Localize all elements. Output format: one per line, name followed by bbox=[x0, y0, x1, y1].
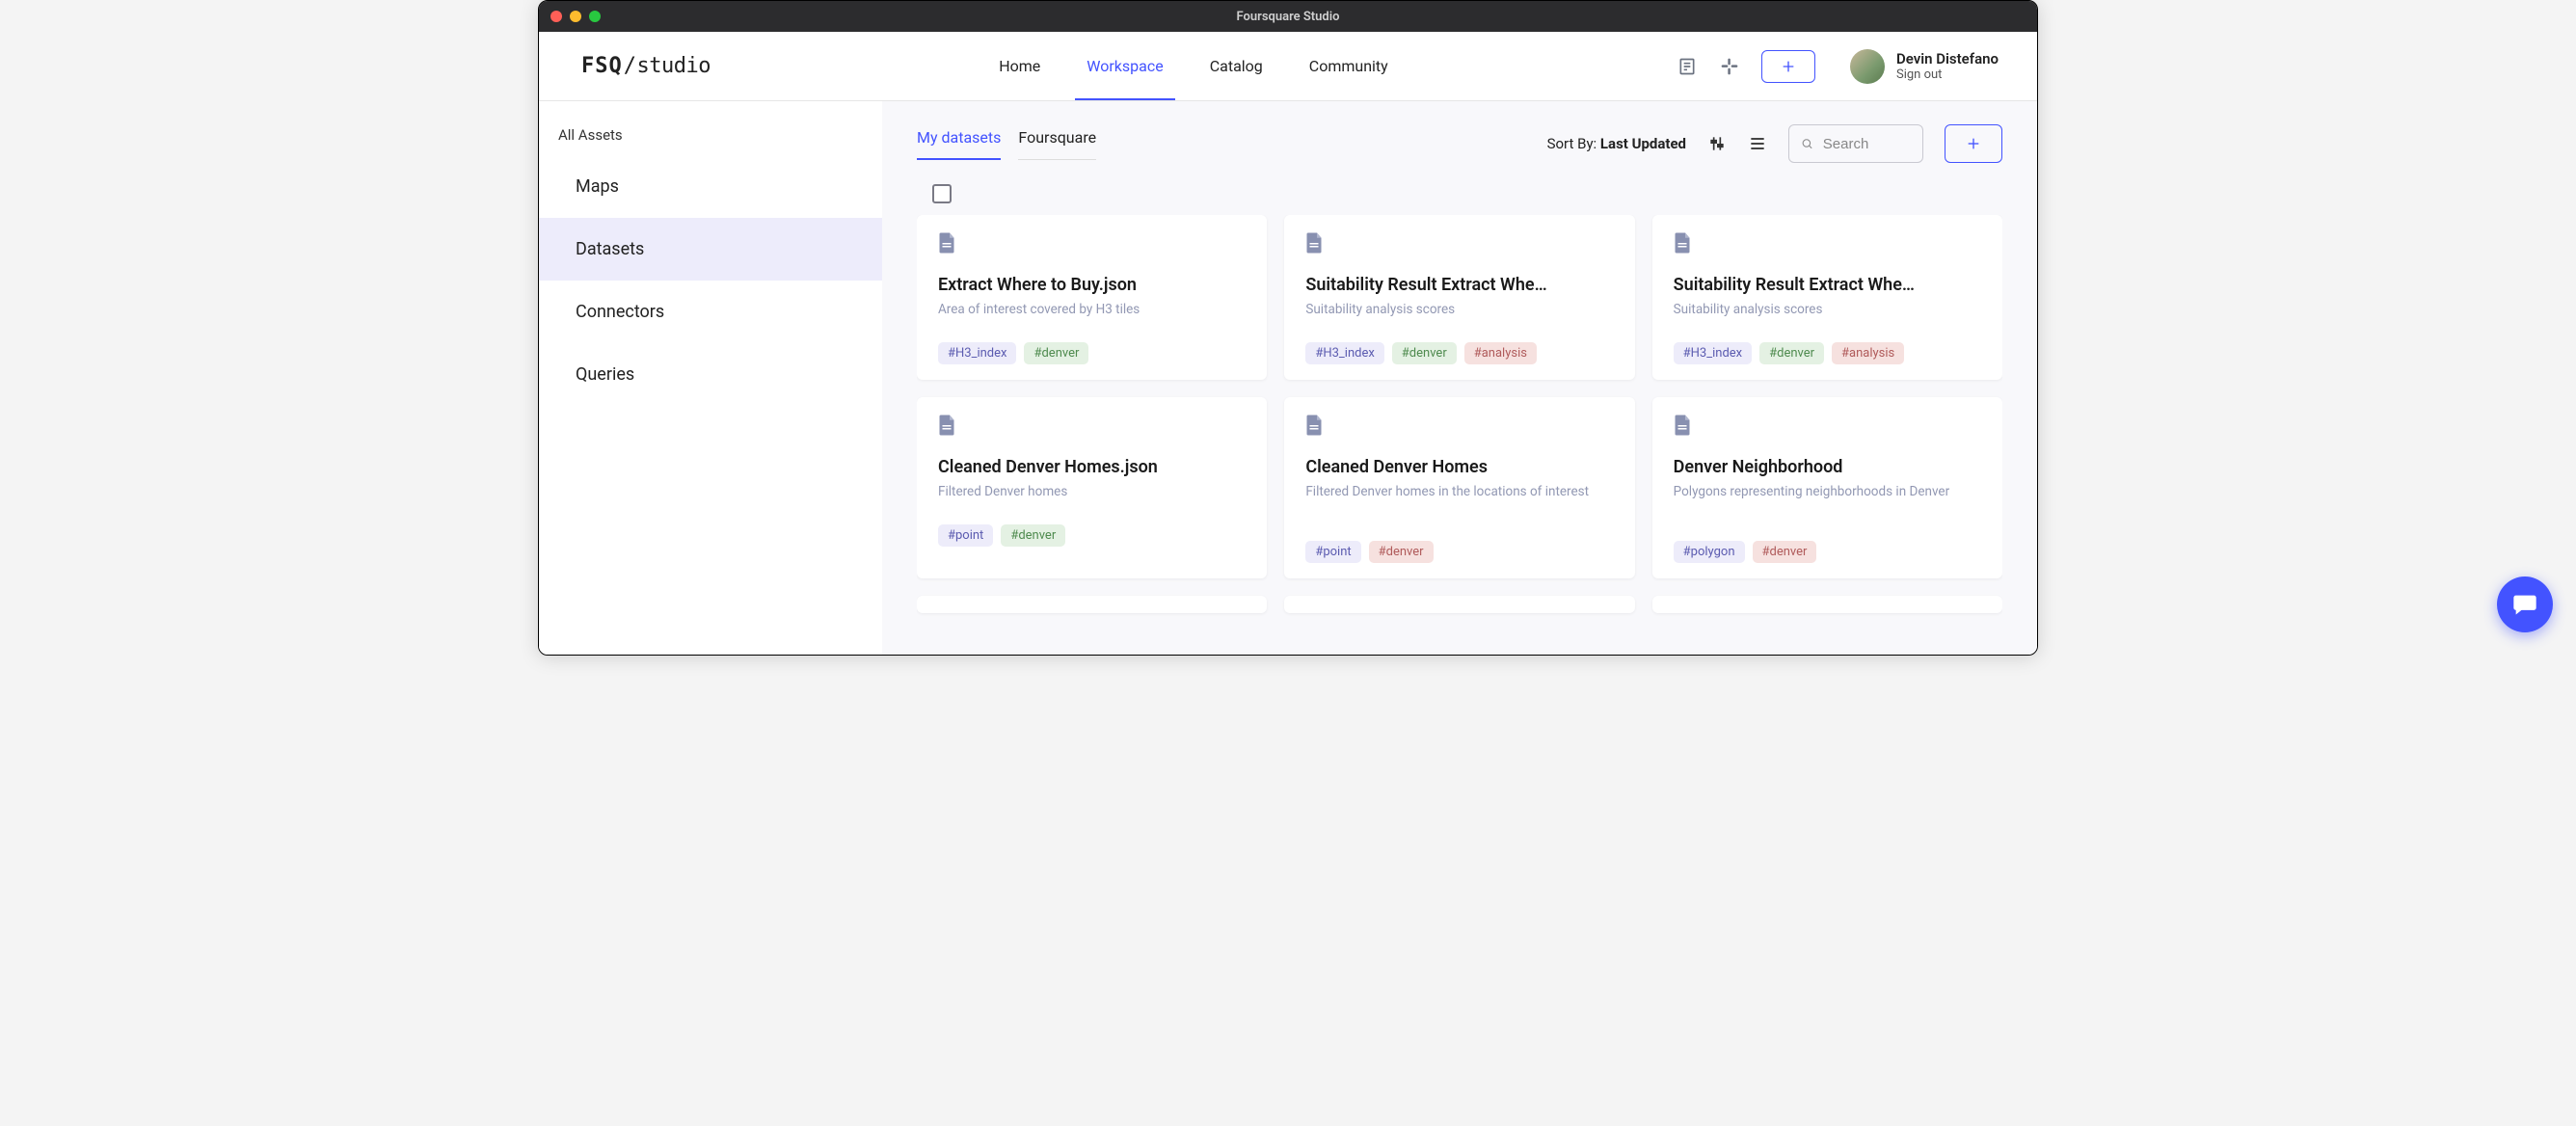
sort-by-value: Last Updated bbox=[1600, 135, 1686, 152]
search-input[interactable] bbox=[1823, 136, 1911, 152]
dataset-title: Cleaned Denver Homes.json bbox=[938, 457, 1246, 477]
dataset-card[interactable]: Denver Neighborhood Polygons representing… bbox=[1652, 397, 2002, 578]
dataset-description: Area of interest covered by H3 tiles bbox=[938, 301, 1246, 319]
add-dataset-button[interactable] bbox=[1945, 124, 2002, 163]
dataset-description: Suitability analysis scores bbox=[1305, 301, 1613, 319]
file-icon bbox=[938, 232, 955, 254]
dataset-tag[interactable]: #H3_index bbox=[938, 342, 1016, 364]
dataset-tag[interactable]: #denver bbox=[1024, 342, 1088, 364]
new-button[interactable] bbox=[1761, 50, 1815, 83]
app-logo[interactable]: FSQ / studio bbox=[581, 54, 711, 78]
dataset-tags: #H3_index #denver #analysis bbox=[1674, 342, 1981, 364]
subtab-foursquare[interactable]: Foursquare bbox=[1018, 128, 1096, 160]
nav-links: Home Workspace Catalog Community bbox=[999, 32, 1388, 100]
dataset-tag[interactable]: #H3_index bbox=[1305, 342, 1383, 364]
dataset-title: Denver Neighborhood bbox=[1674, 457, 1981, 477]
dataset-card[interactable]: Extract Where to Buy.json Area of interes… bbox=[917, 215, 1267, 380]
top-nav: FSQ / studio Home Workspace Catalog Comm… bbox=[539, 32, 2037, 101]
dataset-tags: #polygon #denver bbox=[1674, 541, 1981, 563]
dataset-title: Extract Where to Buy.json bbox=[938, 275, 1246, 295]
nav-catalog[interactable]: Catalog bbox=[1210, 32, 1263, 100]
sub-tabs: My datasets Foursquare bbox=[917, 128, 1096, 160]
window-titlebar: Foursquare Studio bbox=[539, 1, 2037, 32]
nav-workspace[interactable]: Workspace bbox=[1087, 32, 1163, 100]
window-title: Foursquare Studio bbox=[1237, 10, 1340, 24]
slack-icon[interactable] bbox=[1719, 56, 1740, 77]
sign-out-link[interactable]: Sign out bbox=[1896, 67, 1999, 83]
dataset-tags: #point #denver bbox=[1305, 541, 1613, 563]
nav-home[interactable]: Home bbox=[999, 32, 1040, 100]
sort-by-label: Sort By: bbox=[1547, 135, 1600, 152]
dataset-tag[interactable]: #polygon bbox=[1674, 541, 1745, 563]
dataset-cards-grid: Extract Where to Buy.json Area of interes… bbox=[917, 215, 2002, 642]
user-name: Devin Distefano bbox=[1896, 50, 1999, 67]
filter-icon[interactable] bbox=[1707, 134, 1727, 153]
logo-studio: studio bbox=[637, 54, 711, 78]
dataset-description: Filtered Denver homes in the locations o… bbox=[1305, 483, 1613, 518]
sidebar-item-queries[interactable]: Queries bbox=[539, 343, 882, 406]
dataset-tags: #point #denver bbox=[938, 524, 1246, 547]
dataset-tag[interactable]: #point bbox=[1305, 541, 1360, 563]
toolbar: Sort By: Last Updated bbox=[1547, 124, 2002, 163]
dataset-tag[interactable]: #denver bbox=[1753, 541, 1817, 563]
dataset-card[interactable]: Cleaned Denver Homes Filtered Denver home… bbox=[1284, 397, 1634, 578]
user-avatar bbox=[1850, 49, 1885, 84]
sidebar-item-datasets[interactable]: Datasets bbox=[539, 218, 882, 281]
dataset-title: Cleaned Denver Homes bbox=[1305, 457, 1613, 477]
dataset-description: Suitability analysis scores bbox=[1674, 301, 1981, 319]
sidebar-item-connectors[interactable]: Connectors bbox=[539, 281, 882, 343]
sidebar: All Assets Maps Datasets Connectors Quer… bbox=[539, 101, 882, 655]
dataset-title: Suitability Result Extract Whe… bbox=[1305, 275, 1613, 295]
dataset-description: Polygons representing neighborhoods in D… bbox=[1674, 483, 1981, 518]
dataset-description: Filtered Denver homes bbox=[938, 483, 1246, 501]
logo-slash: / bbox=[624, 54, 636, 78]
search-box[interactable] bbox=[1788, 124, 1923, 163]
list-view-icon[interactable] bbox=[1748, 134, 1767, 153]
file-icon bbox=[1305, 415, 1323, 436]
dataset-card[interactable]: Suitability Result Extract Whe… Suitabili… bbox=[1284, 215, 1634, 380]
close-window-button[interactable] bbox=[550, 11, 562, 22]
dataset-card[interactable]: Suitability Result Extract Whe… Suitabili… bbox=[1652, 215, 2002, 380]
user-menu[interactable]: Devin Distefano Sign out bbox=[1850, 49, 1999, 84]
dataset-tag[interactable]: #analysis bbox=[1832, 342, 1904, 364]
traffic-lights bbox=[550, 11, 601, 22]
docs-icon[interactable] bbox=[1677, 56, 1698, 77]
dataset-tag[interactable]: #H3_index bbox=[1674, 342, 1752, 364]
file-icon bbox=[1674, 415, 1691, 436]
sidebar-item-maps[interactable]: Maps bbox=[539, 155, 882, 218]
dataset-tags: #H3_index #denver bbox=[938, 342, 1246, 364]
dataset-tags: #H3_index #denver #analysis bbox=[1305, 342, 1613, 364]
dataset-tag[interactable]: #denver bbox=[1369, 541, 1434, 563]
dataset-card-stub bbox=[1284, 596, 1634, 613]
minimize-window-button[interactable] bbox=[570, 11, 581, 22]
file-icon bbox=[938, 415, 955, 436]
main-panel: My datasets Foursquare Sort By: Last Upd… bbox=[882, 101, 2037, 655]
search-icon bbox=[1801, 136, 1813, 151]
select-all-checkbox[interactable] bbox=[932, 184, 952, 203]
dataset-tag[interactable]: #analysis bbox=[1464, 342, 1537, 364]
maximize-window-button[interactable] bbox=[589, 11, 601, 22]
dataset-card[interactable]: Cleaned Denver Homes.json Filtered Denver… bbox=[917, 397, 1267, 578]
nav-community[interactable]: Community bbox=[1309, 32, 1388, 100]
dataset-card-stub bbox=[1652, 596, 2002, 613]
file-icon bbox=[1674, 232, 1691, 254]
subtab-my-datasets[interactable]: My datasets bbox=[917, 128, 1001, 160]
logo-fsq: FSQ bbox=[581, 54, 623, 78]
dataset-card-stub bbox=[917, 596, 1267, 613]
sidebar-heading: All Assets bbox=[539, 113, 882, 155]
dataset-tag[interactable]: #denver bbox=[1759, 342, 1824, 364]
dataset-title: Suitability Result Extract Whe… bbox=[1674, 275, 1981, 295]
dataset-tag[interactable]: #denver bbox=[1392, 342, 1457, 364]
file-icon bbox=[1305, 232, 1323, 254]
dataset-tag[interactable]: #point bbox=[938, 524, 993, 547]
dataset-tag[interactable]: #denver bbox=[1001, 524, 1065, 547]
top-nav-right: Devin Distefano Sign out bbox=[1677, 49, 1999, 84]
chat-support-button[interactable] bbox=[2497, 576, 2553, 632]
sort-by[interactable]: Sort By: Last Updated bbox=[1547, 135, 1686, 152]
